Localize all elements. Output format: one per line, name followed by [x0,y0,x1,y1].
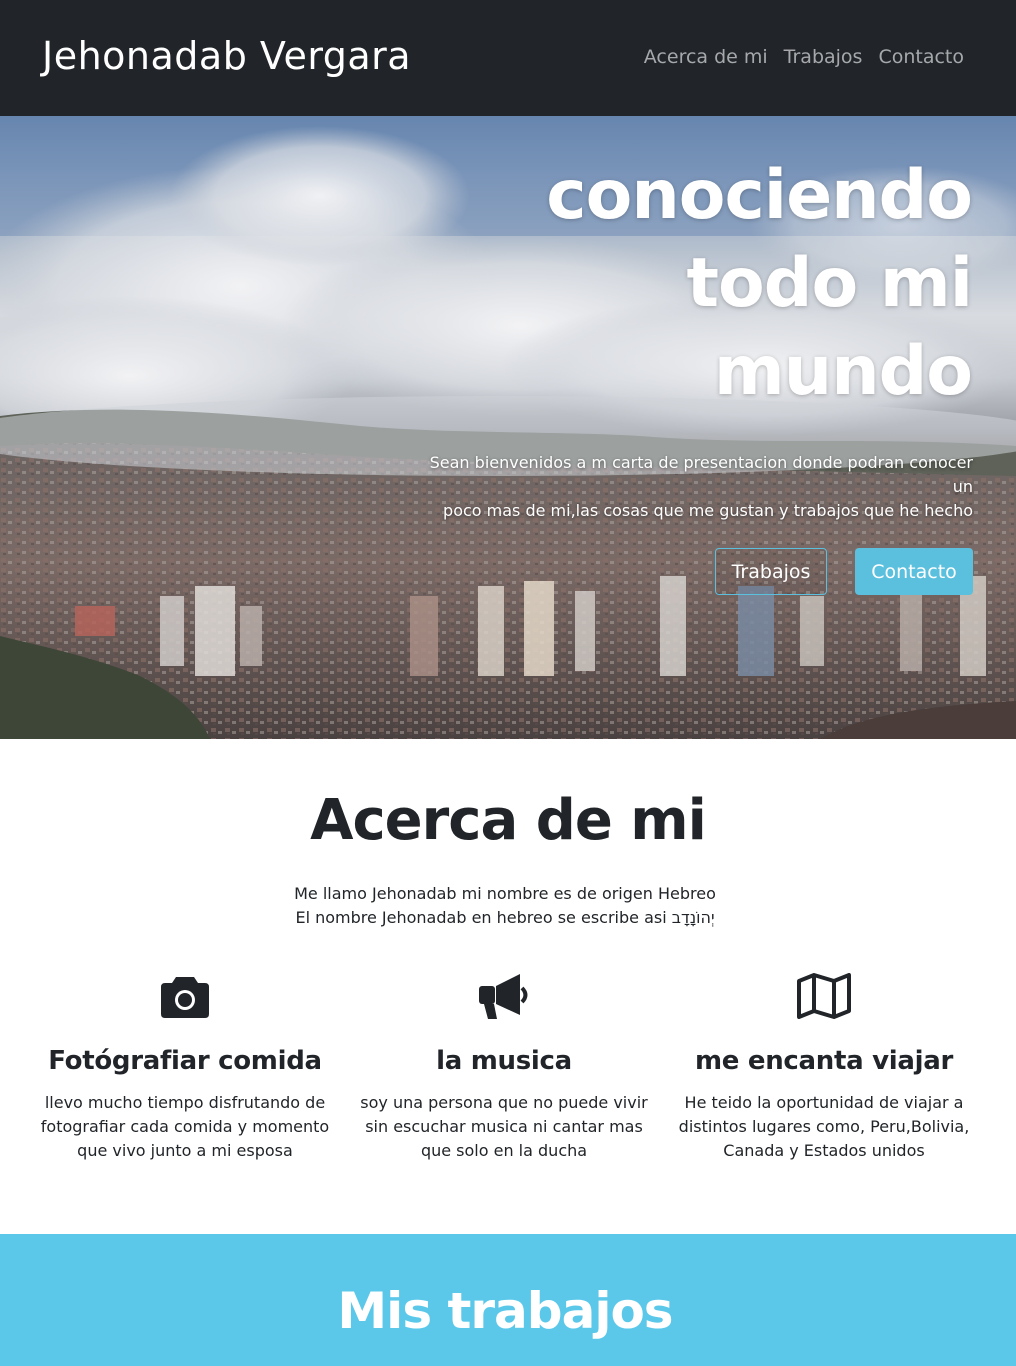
hero-title-line: conociendo [546,156,973,235]
hero-subtitle-line: poco mas de mi,las cosas que me gustan y… [443,501,973,520]
about-text-line: Me llamo Jehonadab mi nombre es de orige… [294,884,716,903]
feature-text: llevo mucho tiempo disfrutando de fotogr… [40,1093,330,1160]
hero-title: conociendo todo mi mundo [452,152,973,416]
nav-links: Acerca de mi Trabajos Contacto [644,46,964,68]
hero-title-line: mundo [713,332,973,411]
feature-title: Fotógrafiar comida [48,1046,322,1076]
feature-travel: me encanta viajar He teido la oportunida… [668,968,980,1163]
works-section: Mis trabajos [0,1234,1016,1366]
works-title: Mis trabajos [337,1282,673,1340]
feature-text: soy una persona que no puede vivir sin e… [360,1093,648,1160]
hero-subtitle: Sean bienvenidos a m carta de presentaci… [413,451,973,523]
nav-link-works[interactable]: Trabajos [784,46,863,68]
navbar: Jehonadab Vergara Acerca de mi Trabajos … [0,0,1016,116]
works-button[interactable]: Trabajos [715,548,827,595]
hero-subtitle-line: Sean bienvenidos a m carta de presentaci… [429,453,973,496]
feature-text: He teido la oportunidad de viajar a dist… [678,1093,970,1160]
about-text: Me llamo Jehonadab mi nombre es de orige… [0,882,1010,930]
about-title: Acerca de mi [310,788,707,853]
hero-title-line: todo mi [686,244,973,323]
camera-icon [29,968,341,1024]
map-icon [668,968,980,1024]
feature-music: la musica soy una persona que no puede v… [348,968,660,1163]
nav-link-contact[interactable]: Contacto [878,46,964,68]
contact-button[interactable]: Contacto [855,548,973,595]
feature-title: me encanta viajar [695,1046,953,1076]
brand-name[interactable]: Jehonadab Vergara [42,34,411,78]
about-text-line: El nombre Jehonadab en hebreo se escribe… [295,908,715,927]
nav-link-about[interactable]: Acerca de mi [644,46,768,68]
feature-title: la musica [436,1046,572,1076]
feature-photography: Fotógrafiar comida llevo mucho tiempo di… [29,968,341,1163]
megaphone-icon [348,968,660,1024]
hero-section: conociendo todo mi mundo Sean bienvenido… [0,116,1016,739]
